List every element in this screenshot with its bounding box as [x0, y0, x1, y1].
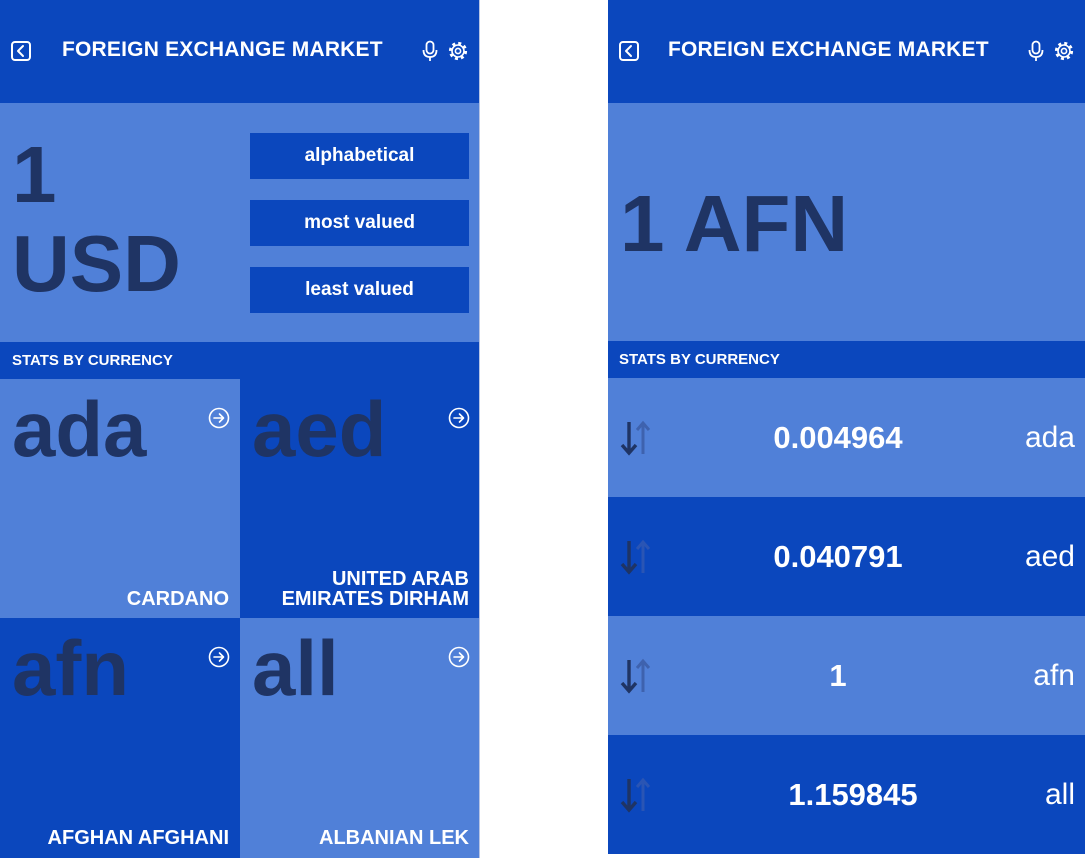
- circled-arrow-right-icon[interactable]: [208, 646, 230, 668]
- exchange-rate-value: 0.004964: [773, 420, 903, 455]
- app-header: FOREIGN EXCHANGE MARKET: [608, 0, 1085, 103]
- back-arrow-icon[interactable]: [618, 40, 640, 62]
- tile-currency-name: UNITED ARAB EMIRATES DIRHAM: [281, 568, 469, 610]
- stats-section-label: STATS BY CURRENCY: [608, 341, 1085, 378]
- app-title: FOREIGN EXCHANGE MARKET: [62, 38, 383, 61]
- currency-tile-aed[interactable]: aed UNITED ARAB EMIRATES DIRHAM: [240, 379, 479, 619]
- currency-tile-afn[interactable]: afn AFGHAN AFGHANI: [0, 618, 240, 858]
- rate-currency-code: all: [1044, 778, 1075, 811]
- rate-row-afn[interactable]: 1 afn: [608, 616, 1085, 735]
- sort-most-valued-button[interactable]: most valued: [250, 200, 469, 246]
- rate-currency-code: aed: [1024, 540, 1075, 573]
- gear-icon[interactable]: [447, 40, 469, 62]
- app-header: FOREIGN EXCHANGE MARKET: [0, 0, 479, 103]
- circled-arrow-right-icon[interactable]: [448, 646, 470, 668]
- tile-currency-code: ada: [12, 385, 147, 473]
- base-currency-panel: 1 AFN: [608, 103, 1085, 342]
- sort-arrows-icon: [620, 420, 651, 456]
- exchange-rate-value: 1: [829, 658, 847, 693]
- tile-currency-name: ALBANIAN LEK: [319, 827, 469, 849]
- base-currency-code: USD: [12, 219, 181, 308]
- tile-currency-name: AFGHAN AFGHANI: [47, 827, 229, 849]
- microphone-icon[interactable]: [1025, 40, 1047, 62]
- app-title: FOREIGN EXCHANGE MARKET: [668, 38, 989, 61]
- rate-row-aed[interactable]: 0.040791 aed: [608, 497, 1085, 616]
- currency-detail-screen: FOREIGN EXCHANGE MARKET 1 AFN STATS BY C…: [608, 0, 1085, 858]
- currency-grid-screen: FOREIGN EXCHANGE MARKET 1 USD alphabetic…: [0, 0, 480, 858]
- exchange-rate-value: 1.159845: [788, 777, 918, 812]
- base-amount: 1: [12, 130, 57, 219]
- exchange-rate-value: 0.040791: [773, 539, 903, 574]
- currency-tile-ada[interactable]: ada CARDANO: [0, 379, 240, 619]
- sort-arrows-icon: [620, 658, 651, 694]
- circled-arrow-right-icon[interactable]: [208, 407, 230, 429]
- tile-currency-name: CARDANO: [126, 588, 229, 610]
- tile-currency-code: all: [252, 624, 339, 712]
- gear-icon[interactable]: [1053, 40, 1075, 62]
- rate-currency-code: ada: [1024, 421, 1075, 454]
- rate-row-ada[interactable]: 0.004964 ada: [608, 378, 1085, 497]
- base-currency-label: 1 AFN: [620, 179, 849, 268]
- back-arrow-icon[interactable]: [10, 40, 32, 62]
- rate-row-all[interactable]: 1.159845 all: [608, 735, 1085, 854]
- sort-arrows-icon: [620, 539, 651, 575]
- currency-tile-all[interactable]: all ALBANIAN LEK: [240, 618, 479, 858]
- tile-currency-code: aed: [252, 385, 387, 473]
- microphone-icon[interactable]: [419, 40, 441, 62]
- sort-alphabetical-button[interactable]: alphabetical: [250, 133, 469, 179]
- stats-section-label: STATS BY CURRENCY: [0, 342, 479, 379]
- sort-arrows-icon: [620, 777, 651, 813]
- base-currency-panel: 1 USD alphabetical most valued least val…: [0, 103, 479, 342]
- sort-least-valued-button[interactable]: least valued: [250, 267, 469, 313]
- rate-currency-code: afn: [1033, 659, 1075, 692]
- tile-currency-code: afn: [12, 624, 129, 712]
- circled-arrow-right-icon[interactable]: [448, 407, 470, 429]
